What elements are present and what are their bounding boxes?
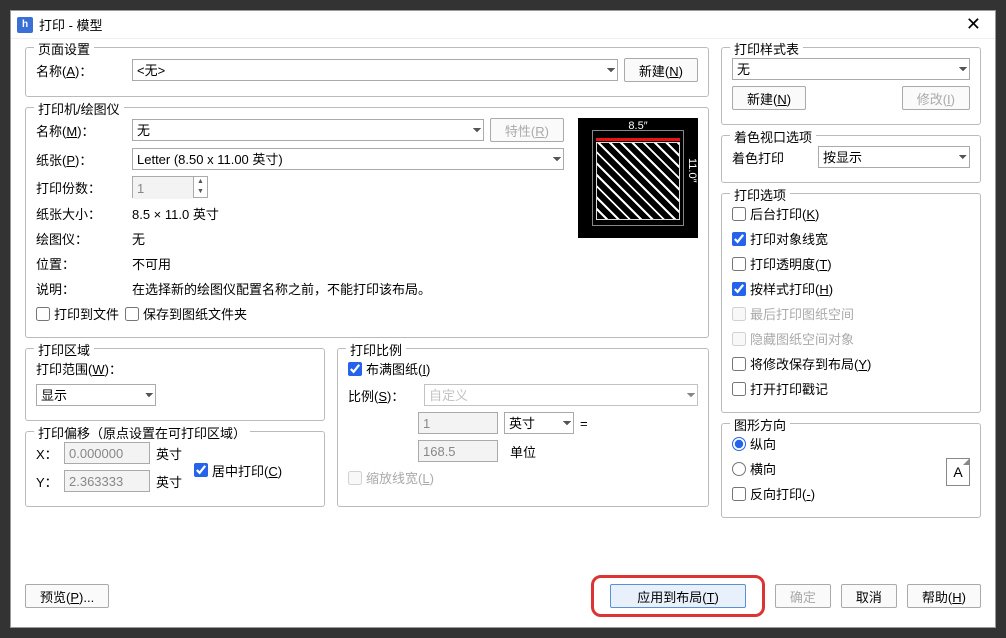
printer-group: 打印机/绘图仪 名称(M)： 无 特性(R) 纸张(P)： Letter (8.… (25, 107, 709, 338)
page-setup-group: 页面设置 名称(A)： <无> 新建(N) (25, 47, 709, 97)
printer-props-button: 特性(R) (490, 118, 564, 142)
scale-group: 打印比例 布满图纸(I) 比例(S)： 自定义 英寸 = 单位 (337, 348, 709, 507)
scale-num-input[interactable] (418, 412, 498, 434)
papersize-value: 8.5 × 11.0 英寸 (132, 204, 219, 223)
shade-legend: 着色视口选项 (730, 127, 816, 146)
scale-select: 自定义 (424, 384, 698, 406)
help-button[interactable]: 帮助(H) (907, 584, 981, 608)
where-label: 位置： (36, 254, 126, 273)
orient-legend: 图形方向 (730, 415, 790, 434)
window-title: 打印 - 模型 (39, 15, 958, 34)
opt-lineweights[interactable]: 打印对象线宽 (732, 229, 970, 248)
ok-button: 确定 (775, 584, 831, 608)
page-name-label: 名称(A)： (36, 61, 126, 80)
opt-stamp[interactable]: 打开打印戳记 (732, 379, 970, 398)
x-label: X： (36, 444, 58, 463)
close-icon[interactable]: ✕ (958, 14, 989, 35)
paper-select[interactable]: Letter (8.50 x 11.00 英寸) (132, 148, 564, 170)
shade-label: 着色打印 (732, 148, 812, 167)
opt-ps-last: 最后打印图纸空间 (732, 304, 970, 323)
style-new-button[interactable]: 新建(N) (732, 86, 806, 110)
orient-upside[interactable]: 反向打印(-) (732, 484, 946, 503)
y-input[interactable] (64, 470, 150, 492)
copies-spinner[interactable]: ▲▼ (132, 176, 208, 198)
style-edit-button: 修改(I) (902, 86, 970, 110)
scale-lw-check: 缩放线宽(L) (348, 468, 698, 487)
scale-label: 比例(S)： (348, 386, 418, 405)
copies-input[interactable] (133, 177, 193, 199)
offset-legend: 打印偏移（原点设置在可打印区域） (34, 423, 250, 442)
opt-transparency[interactable]: 打印透明度(T) (732, 254, 970, 273)
orientation-icon: A (946, 458, 970, 486)
apply-layout-button[interactable]: 应用到布局(T) (610, 584, 746, 608)
desc-label: 说明： (36, 279, 126, 298)
cancel-button[interactable]: 取消 (841, 584, 897, 608)
paper-label: 纸张(P)： (36, 150, 126, 169)
options-group: 打印选项 后台打印(K) 打印对象线宽 打印透明度(T) 按样式打印(H) 最后… (721, 193, 981, 413)
scale-num-unit[interactable]: 英寸 (504, 412, 574, 434)
y-unit: 英寸 (156, 472, 182, 491)
orient-group: 图形方向 纵向 横向 反向打印(-) A (721, 423, 981, 518)
page-new-button[interactable]: 新建(N) (624, 58, 698, 82)
page-name-select[interactable]: <无> (132, 59, 618, 81)
offset-group: 打印偏移（原点设置在可打印区域） X： 英寸 Y： (25, 431, 325, 507)
opt-withstyles[interactable]: 按样式打印(H) (732, 279, 970, 298)
print-to-file-check[interactable]: 打印到文件 (36, 304, 119, 323)
printer-name-select[interactable]: 无 (132, 119, 484, 141)
papersize-label: 纸张大小： (36, 204, 126, 223)
opt-hide-ps: 隐藏图纸空间对象 (732, 329, 970, 348)
scale-den-unit: 单位 (504, 442, 574, 461)
spin-up-icon[interactable]: ▲ (194, 177, 207, 187)
app-icon: h (17, 17, 33, 33)
eq-label: = (580, 416, 588, 431)
center-check[interactable]: 居中打印(C) (194, 461, 282, 480)
titlebar[interactable]: h 打印 - 模型 ✕ (11, 11, 995, 39)
x-input[interactable] (64, 442, 150, 464)
print-dialog: h 打印 - 模型 ✕ 页面设置 名称(A)： <无> 新建(N) 打印机/绘图… (10, 10, 996, 628)
style-group: 打印样式表 无 新建(N) 修改(I) (721, 47, 981, 125)
fit-check[interactable]: 布满图纸(I) (348, 359, 698, 378)
page-setup-legend: 页面设置 (34, 39, 94, 58)
scale-legend: 打印比例 (346, 340, 406, 359)
preview-button[interactable]: 预览(P)... (25, 584, 109, 608)
apply-highlight: 应用到布局(T) (591, 575, 765, 617)
x-unit: 英寸 (156, 444, 182, 463)
y-label: Y： (36, 472, 58, 491)
spin-down-icon[interactable]: ▼ (194, 187, 207, 197)
printer-legend: 打印机/绘图仪 (34, 99, 124, 118)
opt-save-layout[interactable]: 将修改保存到布局(Y) (732, 354, 970, 373)
orient-landscape[interactable]: 横向 (732, 459, 946, 478)
opt-background[interactable]: 后台打印(K) (732, 204, 970, 223)
orient-portrait[interactable]: 纵向 (732, 434, 946, 453)
paper-preview: 8.5″ 11.0″ (578, 118, 698, 238)
area-group: 打印区域 打印范围(W)： 显示 (25, 348, 325, 421)
style-legend: 打印样式表 (730, 39, 803, 58)
style-select[interactable]: 无 (732, 58, 970, 80)
desc-value: 在选择新的绘图仪配置名称之前，不能打印该布局。 (132, 279, 431, 298)
shade-select[interactable]: 按显示 (818, 146, 970, 168)
save-dwf-check[interactable]: 保存到图纸文件夹 (125, 304, 247, 323)
scale-den-input[interactable] (418, 440, 498, 462)
area-legend: 打印区域 (34, 340, 94, 359)
where-value: 不可用 (132, 254, 171, 273)
copies-label: 打印份数： (36, 178, 126, 197)
plotter-value: 无 (132, 229, 145, 248)
options-legend: 打印选项 (730, 185, 790, 204)
shade-group: 着色视口选项 着色打印 按显示 (721, 135, 981, 183)
printer-name-label: 名称(M)： (36, 121, 126, 140)
plotter-label: 绘图仪： (36, 229, 126, 248)
what-select[interactable]: 显示 (36, 384, 156, 406)
what-label: 打印范围(W)： (36, 359, 122, 378)
